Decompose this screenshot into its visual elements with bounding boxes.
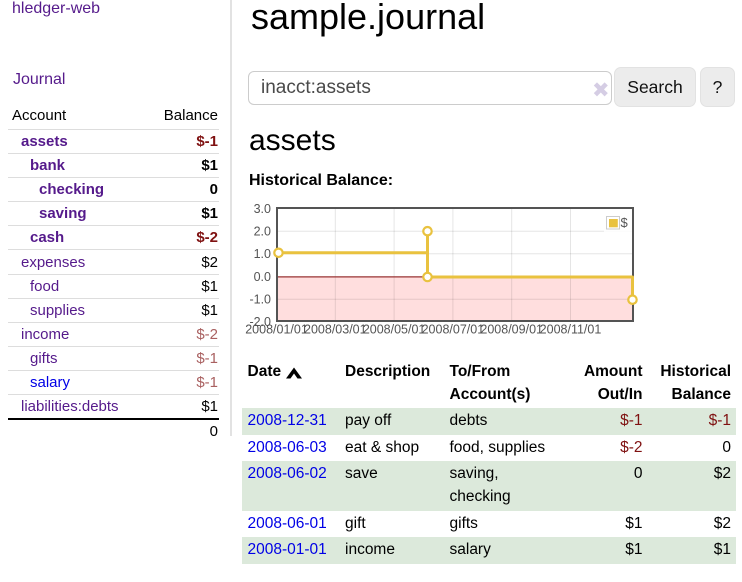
svg-text:2008/01/01: 2008/01/01: [245, 323, 308, 337]
svg-text:-1.0: -1.0: [249, 292, 271, 306]
svg-text:$: $: [621, 215, 629, 230]
svg-text:2.0: 2.0: [254, 225, 271, 239]
svg-text:1.0: 1.0: [254, 247, 271, 261]
svg-text:2008/05/01: 2008/05/01: [363, 323, 426, 337]
svg-text:3.0: 3.0: [254, 202, 271, 216]
svg-text:2008/11/01: 2008/11/01: [540, 323, 602, 337]
svg-text:2008/03/01: 2008/03/01: [304, 323, 367, 337]
svg-text:0.0: 0.0: [254, 270, 271, 284]
svg-text:2008/07/01: 2008/07/01: [422, 323, 485, 337]
svg-text:2008/09/01: 2008/09/01: [480, 323, 543, 337]
